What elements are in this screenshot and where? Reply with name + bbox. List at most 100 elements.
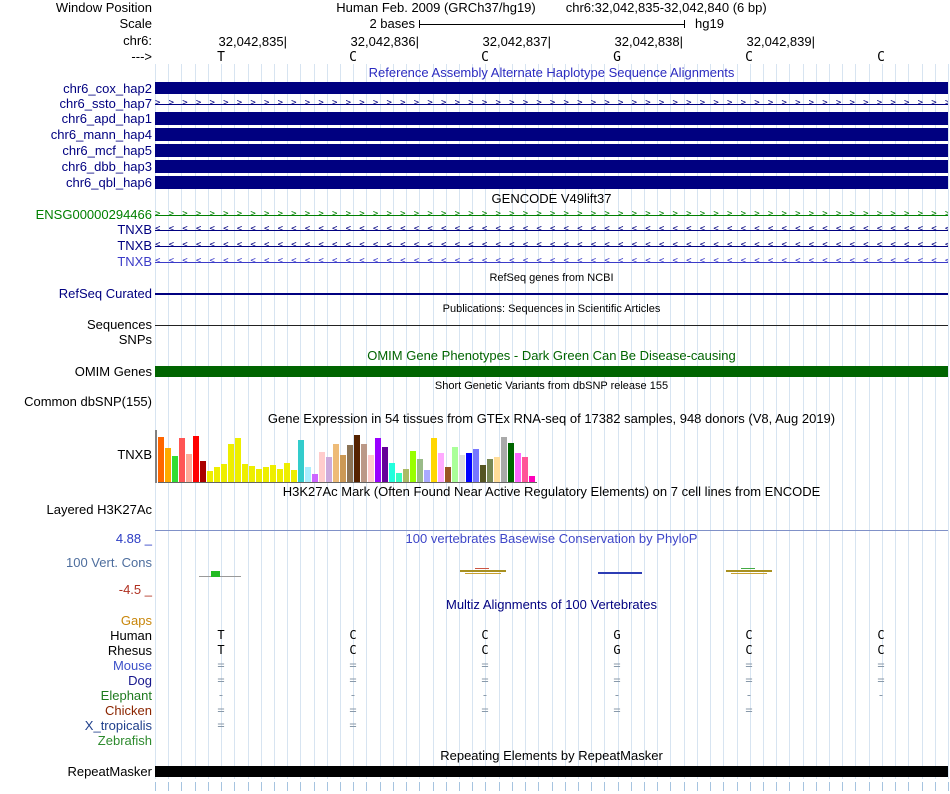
gtex-tissue-bar[interactable] [270,465,276,482]
gtex-tissue-bar[interactable] [480,465,486,482]
species-alignment[interactable]: TCCGCC [155,643,948,658]
track-label[interactable]: chr6_mann_hap4 [0,127,155,143]
h3k27ac-label[interactable]: Layered H3K27Ac [0,500,155,531]
species-label-x_tropicalis[interactable]: X_tropicalis [0,718,155,733]
gtex-tissue-bar[interactable] [382,447,388,482]
omim-title[interactable]: OMIM Gene Phenotypes - Dark Green Can Be… [367,347,736,364]
haplotype-alignment-bar[interactable] [155,112,948,125]
gtex-tissue-bar[interactable] [417,459,423,482]
gtex-tissue-bar[interactable] [326,457,332,482]
gtex-tissue-bar[interactable] [466,453,472,482]
gtex-tissue-bar[interactable] [501,437,507,482]
repeatmasker-label[interactable]: RepeatMasker [0,764,155,779]
gtex-tissue-bar[interactable] [389,463,395,482]
conservation-marks[interactable] [155,547,948,597]
haplotype-track-title[interactable]: Reference Assembly Alternate Haplotype S… [369,65,735,81]
species-alignment[interactable]: = = = = = = [155,658,948,673]
species-label-gaps[interactable]: Gaps [0,613,155,628]
species-alignment[interactable]: = = = = = = [155,673,948,688]
gtex-tissue-bar[interactable] [445,467,451,482]
gtex-tissue-bar[interactable] [263,467,269,482]
gtex-tissue-bar[interactable] [305,467,311,482]
conservation-track-label[interactable]: 100 Vert. Cons [66,556,152,569]
refseq-curated-item[interactable] [155,293,948,295]
haplotype-alignment-bar[interactable] [155,82,948,94]
gtex-tissue-bar[interactable] [340,455,346,482]
species-label-zebrafish[interactable]: Zebrafish [0,733,155,748]
gtex-tissue-bar[interactable] [333,444,339,482]
gene-transcript-line[interactable]: <<<<<<<<<<<<<<<<<<<<<<<<<<<<<<<<<<<<<<<<… [155,222,948,238]
gtex-tissue-bar[interactable] [249,466,255,482]
species-label-elephant[interactable]: Elephant [0,688,155,703]
dbsnp-label[interactable]: Common dbSNP(155) [0,394,155,410]
h3k27ac-track-area[interactable] [155,500,948,531]
gtex-tissue-bar[interactable] [361,444,367,482]
phylop-title[interactable]: 100 vertebrates Basewise Conservation by… [406,531,698,547]
gene-label[interactable]: TNXB [0,222,155,238]
omim-genes-label[interactable]: OMIM Genes [0,364,155,379]
gtex-tissue-bar[interactable] [473,449,479,482]
species-alignment[interactable]: TCCGCC [155,628,948,643]
gtex-tissue-bar[interactable] [277,469,283,482]
haplotype-alignment-bar[interactable] [155,176,948,189]
gtex-tissue-bar[interactable] [459,455,465,482]
track-label[interactable]: chr6_ssto_hap7 [0,96,155,111]
gtex-title[interactable]: Gene Expression in 54 tissues from GTEx … [268,410,835,427]
gtex-tissue-bar[interactable] [291,470,297,482]
sequences-item[interactable] [155,325,948,326]
gtex-tissue-bar[interactable] [515,453,521,482]
gtex-tissue-bar[interactable] [179,438,185,482]
gtex-tissue-bar[interactable] [165,448,171,482]
gtex-tissue-bar[interactable] [200,461,206,482]
gtex-tissue-bar[interactable] [319,452,325,482]
haplotype-alignment-line[interactable]: >>>>>>>>>>>>>>>>>>>>>>>>>>>>>>>>>>>>>>>>… [155,96,948,111]
gene-transcript-line[interactable]: <<<<<<<<<<<<<<<<<<<<<<<<<<<<<<<<<<<<<<<<… [155,238,948,254]
gtex-tissue-bar[interactable] [207,471,213,482]
gtex-tissue-bar[interactable] [221,464,227,482]
gtex-tissue-bar[interactable] [494,457,500,482]
species-alignment[interactable] [155,733,948,748]
repeatmasker-bar[interactable] [155,766,948,777]
gtex-tissue-bar[interactable] [228,444,234,482]
haplotype-alignment-bar[interactable] [155,144,948,157]
snps-label[interactable]: SNPs [0,333,155,347]
gtex-tissue-bar[interactable] [424,470,430,482]
dbsnp-title[interactable]: Short Genetic Variants from dbSNP releas… [435,379,668,394]
track-label[interactable]: chr6_dbb_hap3 [0,159,155,175]
gene-label[interactable]: TNXB [0,238,155,254]
gtex-chart[interactable] [155,427,948,483]
gtex-tissue-bar[interactable] [354,435,360,482]
gencode-title[interactable]: GENCODE V49lift37 [492,191,612,207]
gtex-tissue-bar[interactable] [172,456,178,482]
gtex-tissue-bar[interactable] [529,476,535,482]
gtex-tissue-bar[interactable] [487,459,493,482]
gtex-tissue-bar[interactable] [410,451,416,482]
gtex-tissue-bar[interactable] [431,438,437,482]
gtex-tissue-bar[interactable] [186,454,192,482]
track-label[interactable]: chr6_cox_hap2 [0,81,155,96]
gtex-gene-label[interactable]: TNXB [0,427,155,483]
multiz-title[interactable]: Multiz Alignments of 100 Vertebrates [446,597,657,613]
track-label[interactable]: chr6_apd_hap1 [0,111,155,127]
gtex-tissue-bar[interactable] [368,455,374,482]
publications-title[interactable]: Publications: Sequences in Scientific Ar… [443,302,661,317]
gtex-tissue-bar[interactable] [193,436,199,482]
species-alignment[interactable]: = = [155,718,948,733]
sequences-label[interactable]: Sequences [0,317,155,333]
species-label-dog[interactable]: Dog [0,673,155,688]
repeatmasker-title[interactable]: Repeating Elements by RepeatMasker [440,748,663,764]
omim-gene-bar[interactable] [155,366,948,377]
species-alignment[interactable] [155,613,948,628]
gtex-tissue-bar[interactable] [403,469,409,482]
gtex-tissue-bar[interactable] [438,453,444,482]
gtex-tissue-bar[interactable] [452,447,458,482]
gtex-tissue-bar[interactable] [158,437,164,482]
species-label-chicken[interactable]: Chicken [0,703,155,718]
gtex-tissue-bar[interactable] [298,440,304,482]
species-label-human[interactable]: Human [0,628,155,643]
h3k27ac-title[interactable]: H3K27Ac Mark (Often Found Near Active Re… [283,483,821,500]
gene-label[interactable]: ENSG00000294466 [0,207,155,222]
gtex-tissue-bar[interactable] [312,474,318,482]
gtex-tissue-bar[interactable] [522,457,528,482]
species-alignment[interactable]: ------ [155,688,948,703]
